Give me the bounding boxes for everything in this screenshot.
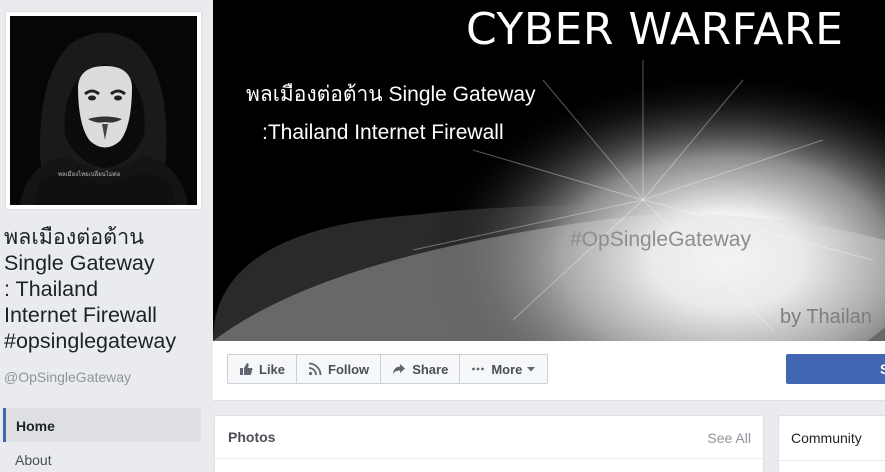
ellipsis-icon — [472, 367, 485, 371]
hooded-mask-figure-image: พลเมืองไทยเปลี่ยนไม่ต่อ — [10, 16, 197, 205]
follow-label: Follow — [328, 361, 370, 377]
rss-icon — [308, 362, 322, 376]
page-handle[interactable]: @OpSingleGateway — [4, 369, 131, 385]
photos-title[interactable]: Photos — [228, 429, 275, 445]
page-action-bar: Like Follow Share More S — [213, 341, 885, 401]
community-title[interactable]: Community — [791, 430, 862, 446]
cover-title: CYBER WARFARE — [466, 4, 844, 55]
left-sidebar: พลเมืองไทยเปลี่ยนไม่ต่อ พลเมืองต่อต้าน S… — [0, 0, 212, 472]
like-button[interactable]: Like — [228, 355, 298, 383]
follow-button[interactable]: Follow — [297, 355, 382, 383]
more-button[interactable]: More — [460, 355, 547, 383]
action-button-group: Like Follow Share More — [227, 354, 549, 384]
thumbs-up-icon — [240, 363, 253, 375]
cover-hashtag: #OpSingleGateway — [570, 228, 751, 251]
photos-see-all-link[interactable]: See All — [707, 430, 751, 446]
share-arrow-icon — [393, 364, 406, 374]
shirt-text: พลเมืองไทยเปลี่ยนไม่ต่อ — [58, 170, 121, 178]
cover-photo[interactable]: CYBER WARFARE พลเมืองต่อต้าน Single Gate… — [213, 0, 885, 341]
photos-card: Photos See All — [214, 415, 764, 472]
profile-picture[interactable]: พลเมืองไทยเปลี่ยนไม่ต่อ — [5, 11, 202, 210]
nav-item-home[interactable]: Home — [3, 408, 201, 442]
nav-item-about[interactable]: About — [3, 442, 201, 472]
community-card: Community — [778, 415, 885, 472]
photos-divider — [215, 458, 763, 459]
more-label: More — [491, 361, 523, 377]
page-name[interactable]: พลเมืองต่อต้าน Single Gateway : Thailand… — [4, 224, 210, 354]
cover-watermark: by Thailan — [780, 306, 872, 328]
send-message-button[interactable]: S — [786, 354, 885, 384]
like-label: Like — [259, 361, 286, 377]
community-divider — [779, 460, 885, 461]
caret-down-icon — [527, 367, 536, 372]
cover-line-1: พลเมืองต่อต้าน Single Gateway — [246, 83, 536, 106]
share-button[interactable]: Share — [381, 355, 461, 383]
facebook-page: พลเมืองไทยเปลี่ยนไม่ต่อ พลเมืองต่อต้าน S… — [0, 0, 885, 472]
share-label: Share — [412, 361, 449, 377]
profile-image: พลเมืองไทยเปลี่ยนไม่ต่อ — [10, 16, 197, 205]
cover-line-2: :Thailand Internet Firewall — [262, 121, 504, 144]
